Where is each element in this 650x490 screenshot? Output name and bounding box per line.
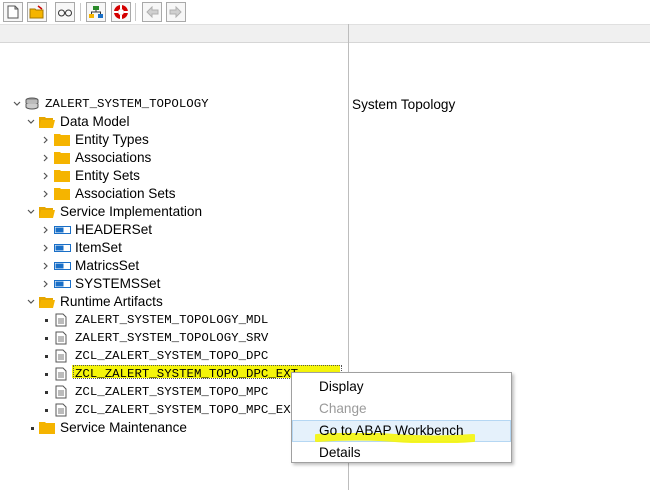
find-glasses-icon[interactable]: [55, 2, 75, 22]
hierarchy-icon[interactable]: [86, 2, 106, 22]
lifebuoy-icon[interactable]: [111, 2, 131, 22]
tree-node-label: Runtime Artifacts: [60, 294, 163, 309]
menu-item-label: Details: [319, 445, 361, 460]
entity-set-icon: [54, 226, 71, 234]
chevron-down-icon[interactable]: [27, 208, 35, 216]
folder-icon: [39, 422, 55, 434]
document-icon: [55, 367, 67, 381]
tree-node-label: Service Maintenance: [60, 420, 187, 435]
tree-node-label: Association Sets: [75, 186, 176, 201]
chevron-right-icon[interactable]: [42, 154, 50, 162]
document-icon: [55, 331, 67, 345]
tree-node-label: ZALERT_SYSTEM_TOPOLOGY_SRV: [75, 331, 269, 345]
tree-node-label: ZCL_ZALERT_SYSTEM_TOPO_DPC: [75, 349, 269, 363]
tree-node-label: ZCL_ZALERT_SYSTEM_TOPO_DPC_EXT: [75, 367, 299, 381]
tree-node-label: Entity Types: [75, 132, 149, 147]
folder-icon: [54, 170, 70, 182]
chevron-right-icon[interactable]: [42, 280, 50, 288]
detail-title: System Topology: [352, 97, 456, 112]
bullet-icon: [45, 337, 48, 340]
document-icon: [55, 385, 67, 399]
tree-node-label: Entity Sets: [75, 168, 140, 183]
bullet-icon: [45, 391, 48, 394]
tree-node-label: SYSTEMSSet: [75, 276, 161, 291]
folder-open-icon: [39, 297, 55, 308]
chevron-right-icon[interactable]: [42, 190, 50, 198]
entity-set-icon: [54, 244, 71, 252]
header-strip: [0, 24, 650, 43]
tree-node-label: ZCL_ZALERT_SYSTEM_TOPO_MPC_EXT: [75, 403, 299, 417]
document-icon: [55, 403, 67, 417]
chevron-right-icon[interactable]: [42, 226, 50, 234]
document-icon: [55, 313, 67, 327]
tree-node-label: HEADERSet: [75, 222, 153, 237]
menu-item-label: Go to ABAP Workbench: [319, 423, 464, 438]
service-project-icon: [25, 97, 39, 110]
menu-item-go-to-abap-workbench[interactable]: Go to ABAP Workbench: [292, 420, 511, 443]
bullet-icon: [45, 355, 48, 358]
entity-set-icon: [54, 280, 71, 288]
folder-open-icon: [39, 207, 55, 218]
chevron-down-icon[interactable]: [27, 298, 35, 306]
tree-root-label: ZALERT_SYSTEM_TOPOLOGY: [45, 97, 209, 111]
chevron-right-icon[interactable]: [42, 244, 50, 252]
forward-arrow-icon[interactable]: [166, 2, 186, 22]
menu-item-label: Display: [319, 379, 364, 394]
tree-node-label: ItemSet: [75, 240, 122, 255]
tree-node-label: Service Implementation: [60, 204, 203, 219]
back-arrow-icon[interactable]: [142, 2, 162, 22]
tree-node-label: ZCL_ZALERT_SYSTEM_TOPO_MPC: [75, 385, 269, 399]
menu-item-details[interactable]: Details: [292, 442, 511, 464]
entity-set-icon: [54, 262, 71, 270]
new-document-icon[interactable]: [3, 2, 23, 22]
context-menu: Display Change Go to ABAP Workbench Deta…: [291, 372, 512, 463]
menu-item-change: Change: [292, 398, 511, 420]
chevron-down-icon[interactable]: [13, 100, 21, 108]
folder-icon: [54, 152, 70, 164]
chevron-right-icon[interactable]: [42, 136, 50, 144]
bullet-icon: [31, 427, 34, 430]
folder-icon: [54, 188, 70, 200]
folder-icon: [54, 134, 70, 146]
document-icon: [55, 349, 67, 363]
bullet-icon: [45, 319, 48, 322]
menu-item-display[interactable]: Display: [292, 376, 511, 398]
chevron-right-icon[interactable]: [42, 262, 50, 270]
bullet-icon: [45, 409, 48, 412]
tree-node-label: ZALERT_SYSTEM_TOPOLOGY_MDL: [75, 313, 269, 327]
folder-open-icon: [39, 117, 55, 128]
chevron-right-icon[interactable]: [42, 172, 50, 180]
bullet-icon: [45, 373, 48, 376]
chevron-down-icon[interactable]: [27, 118, 35, 126]
tree-node-label: Data Model: [60, 114, 130, 129]
open-folder-icon[interactable]: [27, 2, 47, 22]
menu-item-label: Change: [319, 401, 367, 416]
tree-node-label: Associations: [75, 150, 152, 165]
tree-node-label: MatricsSet: [75, 258, 140, 273]
toolbar: [0, 0, 650, 24]
